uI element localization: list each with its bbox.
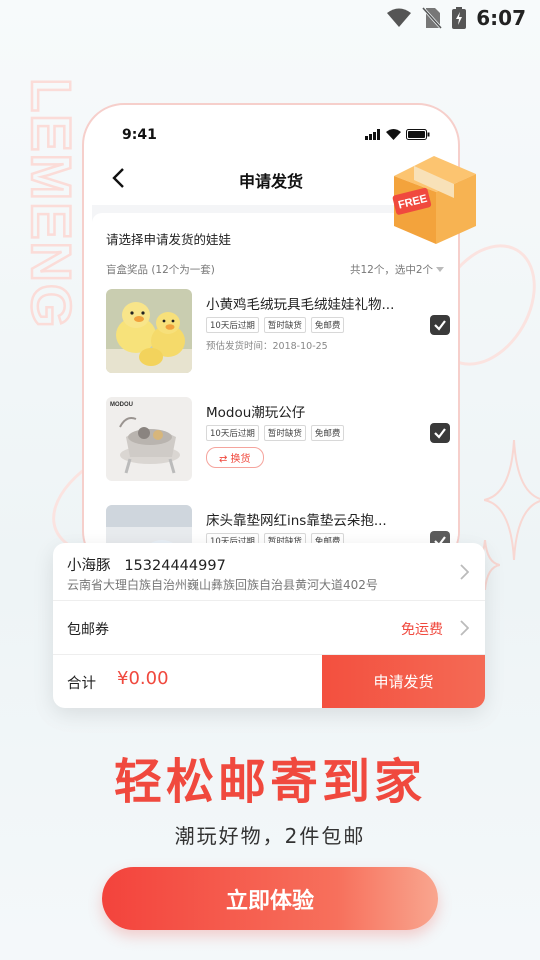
tag-expire: 10天后过期 <box>206 317 259 333</box>
total-amount: ¥0.00 <box>117 668 169 689</box>
svg-text:MODOU: MODOU <box>110 402 133 408</box>
set-info: 盲盒奖品 (12个为一套) <box>106 264 215 276</box>
item-tags: 10天后过期 暂时缺货 免邮费 <box>206 317 345 333</box>
total-row: 合计 ¥0.00 <box>53 655 322 708</box>
headline: 轻松邮寄到家 <box>113 754 426 810</box>
item-name: 小黄鸡毛绒玩具毛绒娃娃礼物... <box>206 297 395 313</box>
coupon-row[interactable]: 包邮券 免运费 <box>53 601 485 655</box>
recipient-address: 云南省大理白族自治州巍山彝族回族自治县黄河大道402号 <box>67 578 378 592</box>
tag-shipping: 免邮费 <box>310 425 345 441</box>
phone-time: 9:41 <box>122 127 157 143</box>
selected-count: 共12个，选中2个 <box>349 264 433 276</box>
tag-stock: 暂时缺货 <box>263 425 306 441</box>
total-label: 合计 <box>67 676 96 692</box>
checkbox-checked[interactable] <box>430 423 450 443</box>
list-item[interactable]: 小黄鸡毛绒玩具毛绒娃娃礼物... 10天后过期 暂时缺货 免邮费 预估发货时间：… <box>106 289 450 385</box>
duck-plush-image <box>106 289 192 373</box>
subheadline: 潮玩好物，2件包邮 <box>174 824 366 848</box>
battery-icon <box>406 129 430 140</box>
free-shipping-box-icon: FREE <box>392 156 476 244</box>
item-tags: 10天后过期 暂时缺货 免邮费 <box>206 425 345 441</box>
chevron-right-icon <box>460 564 469 580</box>
apply-shipping-button[interactable]: 申请发货 <box>322 655 485 708</box>
system-status-bar: 6:07 <box>0 0 540 36</box>
item-name: Modou潮玩公仔 <box>206 405 306 421</box>
try-now-button[interactable]: 立即体验 <box>102 867 438 930</box>
no-sim-icon <box>422 7 443 29</box>
system-time: 6:07 <box>476 6 526 30</box>
swap-item-button[interactable]: ⇄ 换货 <box>206 447 264 468</box>
recipient-name-phone: 小海豚 15324444997 <box>67 558 226 574</box>
coupon-value: 免运费 <box>401 622 443 638</box>
caret-down-icon <box>436 266 444 272</box>
wifi-icon <box>386 129 401 140</box>
shipping-panel: 小海豚 15324444997 云南省大理白族自治州巍山彝族回族自治县黄河大道4… <box>53 543 485 708</box>
list-item[interactable]: MODOU Modou潮玩公仔 10天后过期 暂时缺货 免邮费 ⇄ 换货 <box>106 397 450 493</box>
battery-charging-icon <box>452 7 467 29</box>
selected-count-dropdown[interactable]: 共12个，选中2个 <box>350 262 444 277</box>
tag-expire: 10天后过期 <box>206 425 259 441</box>
chevron-right-icon <box>460 620 469 636</box>
signal-icon <box>365 129 380 140</box>
tag-stock: 暂时缺货 <box>263 317 306 333</box>
selection-summary: 盲盒奖品 (12个为一套) 共12个，选中2个 <box>106 262 444 277</box>
watermark-text: LEMENG <box>22 78 83 330</box>
prize-list-card: 请选择申请发货的娃娃 盲盒奖品 (12个为一套) 共12个，选中2个 小黄鸡毛绒… <box>92 213 458 571</box>
coupon-label: 包邮券 <box>67 622 109 638</box>
content-area: 请选择申请发货的娃娃 盲盒奖品 (12个为一套) 共12个，选中2个 小黄鸡毛绒… <box>92 205 458 571</box>
item-name: 床头靠垫网红ins靠垫云朵抱... <box>206 513 387 529</box>
wifi-icon <box>387 8 412 27</box>
ship-date: 预估发货时间：2018-10-25 <box>206 341 328 352</box>
tag-shipping: 免邮费 <box>310 317 345 333</box>
checkbox-checked[interactable] <box>430 315 450 335</box>
address-row[interactable]: 小海豚 15324444997 云南省大理白族自治州巍山彝族回族自治县黄河大道4… <box>53 543 485 601</box>
modou-figure-image: MODOU <box>106 397 192 481</box>
